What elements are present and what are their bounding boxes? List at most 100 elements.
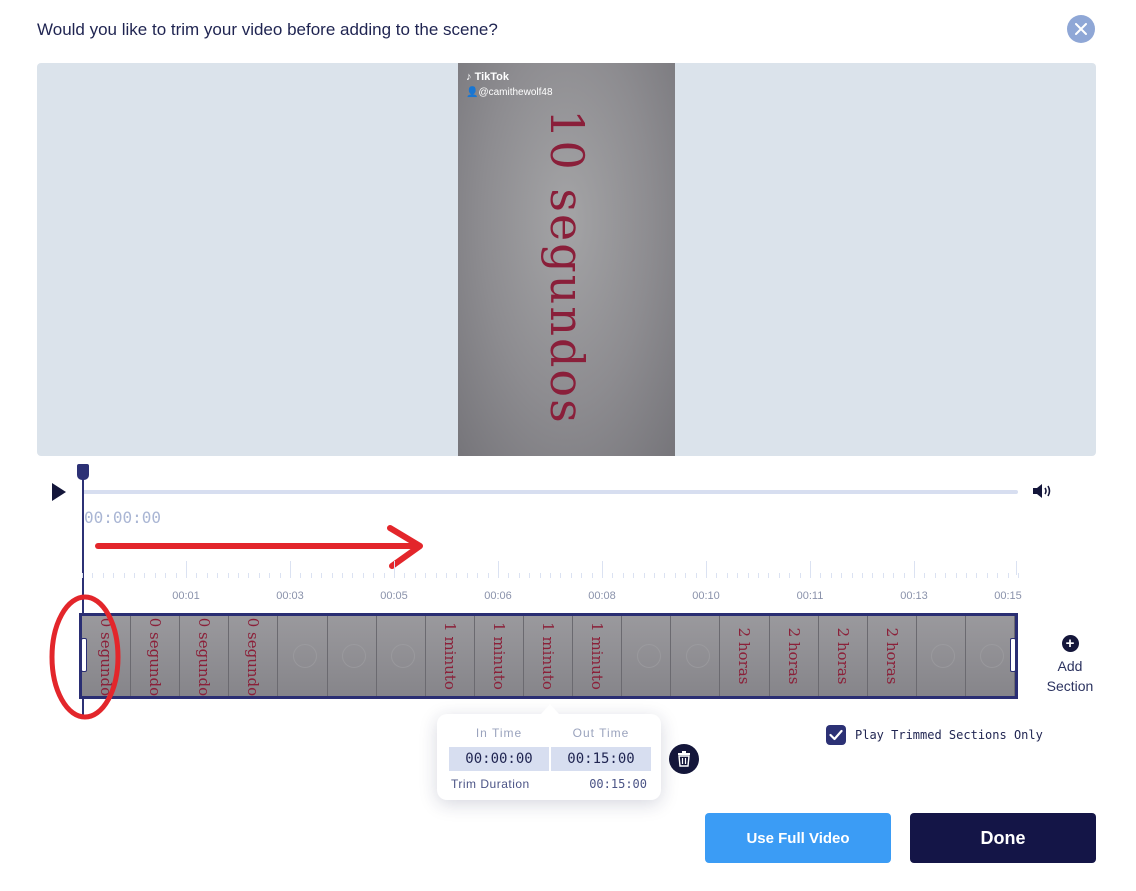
frame-handwriting: 10 segundos	[146, 616, 165, 696]
filmstrip-frame: 2 horas	[867, 616, 917, 696]
ruler-minor-tick	[591, 573, 593, 578]
play-trimmed-checkbox[interactable]	[826, 725, 846, 745]
ruler-minor-tick	[154, 573, 156, 578]
close-button[interactable]	[1067, 15, 1095, 43]
ruler-minor-tick	[518, 573, 520, 578]
ruler-minor-tick	[1007, 573, 1009, 578]
ruler-minor-tick	[404, 573, 406, 578]
ruler-minor-tick	[1018, 573, 1019, 578]
ruler-minor-tick	[102, 573, 104, 578]
ruler-minor-tick	[789, 573, 791, 578]
ruler-tick-label: 00:15	[994, 590, 1022, 602]
ruler-minor-tick	[862, 573, 863, 578]
frame-handwriting: 1 minuto	[440, 622, 459, 690]
in-time-field[interactable]	[449, 747, 549, 771]
ruler-minor-tick	[716, 573, 718, 578]
filmstrip-frame	[278, 616, 328, 696]
filmstrip[interactable]: 10 segundos 10 segundos 10 segundos 10 segu…	[79, 613, 1018, 699]
ruler-minor-tick	[383, 573, 385, 578]
ruler-minor-tick	[841, 573, 843, 578]
ruler-minor-tick	[425, 573, 427, 578]
checkmark-icon	[829, 729, 843, 741]
delete-section-button[interactable]	[669, 744, 699, 774]
ruler-minor-tick	[768, 573, 770, 578]
ruler-minor-tick	[279, 573, 281, 578]
ruler-minor-tick	[321, 573, 323, 578]
frame-handwriting: 1 minuto	[539, 622, 558, 690]
timeline-ruler[interactable]: 00:01 00:03 00:05 00:06 00:08 00:10 00:11 00:13…	[82, 555, 1022, 605]
ruler-minor-tick	[456, 573, 458, 578]
add-section-button[interactable]: + Add Section	[1042, 635, 1098, 696]
ruler-tick-label: 00:03	[276, 590, 304, 602]
ruler-minor-tick	[570, 573, 572, 578]
out-time-column: Out Time	[551, 726, 651, 771]
ruler-minor-tick	[882, 573, 884, 578]
ruler-minor-tick	[123, 573, 125, 578]
volume-icon[interactable]	[1031, 482, 1055, 500]
trim-handle-right[interactable]	[1010, 638, 1016, 672]
ruler-minor-tick	[248, 573, 250, 578]
out-time-label: Out Time	[572, 726, 630, 740]
ruler-tick-label: 00:08	[588, 590, 616, 602]
close-icon	[1075, 23, 1087, 35]
ruler-minor-tick	[373, 573, 375, 578]
frame-handwriting: 2 horas	[735, 627, 754, 685]
ruler-minor-tick	[654, 573, 655, 578]
ruler-minor-tick	[258, 573, 260, 578]
frame-sketch	[685, 644, 710, 668]
in-time-label: In Time	[475, 726, 523, 740]
ruler-minor-tick	[581, 573, 583, 578]
playhead-knob[interactable]	[77, 464, 89, 480]
frame-sketch	[391, 644, 416, 668]
ruler-tick-label: 00:06	[484, 590, 512, 602]
ruler-major-tick	[394, 561, 395, 575]
progress-track[interactable]	[82, 490, 1018, 494]
play-trimmed-label: Play Trimmed Sections Only	[855, 728, 1043, 742]
ruler-minor-tick	[165, 573, 167, 578]
ruler-minor-tick	[893, 573, 895, 578]
ruler-minor-tick	[758, 573, 759, 578]
use-full-video-button[interactable]: Use Full Video	[705, 813, 891, 863]
ruler-minor-tick	[206, 573, 208, 578]
filmstrip-frame: 2 horas	[818, 616, 868, 696]
frame-sketch	[292, 644, 317, 668]
ruler-minor-tick	[310, 573, 312, 578]
add-section-label: Add Section	[1046, 658, 1094, 694]
video-frame[interactable]: ♪ TikTok 👤@camithewolf48 10 segundos	[458, 63, 675, 456]
ruler-minor-tick	[851, 573, 853, 578]
frame-sketch	[980, 644, 1005, 668]
ruler-minor-tick	[113, 573, 115, 578]
ruler-minor-tick	[196, 573, 198, 578]
frame-handwriting: 1 minuto	[588, 622, 607, 690]
ruler-minor-tick	[134, 573, 135, 578]
play-trimmed-only-option[interactable]: Play Trimmed Sections Only	[826, 725, 1043, 745]
ruler-minor-tick	[227, 573, 229, 578]
frame-handwriting: 2 horas	[784, 627, 803, 685]
ruler-major-tick	[1016, 561, 1017, 575]
ruler-minor-tick	[747, 573, 749, 578]
ruler-minor-tick	[217, 573, 219, 578]
ruler-minor-tick	[529, 573, 531, 578]
ruler-minor-tick	[144, 573, 146, 578]
ruler-major-tick	[186, 561, 187, 575]
trim-duration-label: Trim Duration	[451, 777, 530, 791]
ruler-minor-tick	[986, 573, 988, 578]
done-button[interactable]: Done	[910, 813, 1096, 863]
ruler-minor-tick	[362, 573, 364, 578]
ruler-minor-tick	[633, 573, 635, 578]
out-time-field[interactable]	[551, 747, 651, 771]
filmstrip-frame: 2 horas	[720, 616, 770, 696]
ruler-minor-tick	[550, 573, 551, 578]
ruler-minor-tick	[664, 573, 666, 578]
ruler-minor-tick	[643, 573, 645, 578]
ruler-minor-tick	[976, 573, 978, 578]
filmstrip-frame: 10 segundos	[180, 616, 230, 696]
ruler-major-tick	[914, 561, 915, 575]
video-handwriting: 10 segundos	[539, 109, 594, 426]
ruler-minor-tick	[539, 573, 541, 578]
frame-handwriting: 2 horas	[833, 627, 852, 685]
ruler-minor-tick	[331, 573, 333, 578]
filmstrip-frame	[965, 616, 1015, 696]
play-button[interactable]	[52, 483, 66, 501]
ruler-tick-label: 00:11	[796, 590, 824, 602]
